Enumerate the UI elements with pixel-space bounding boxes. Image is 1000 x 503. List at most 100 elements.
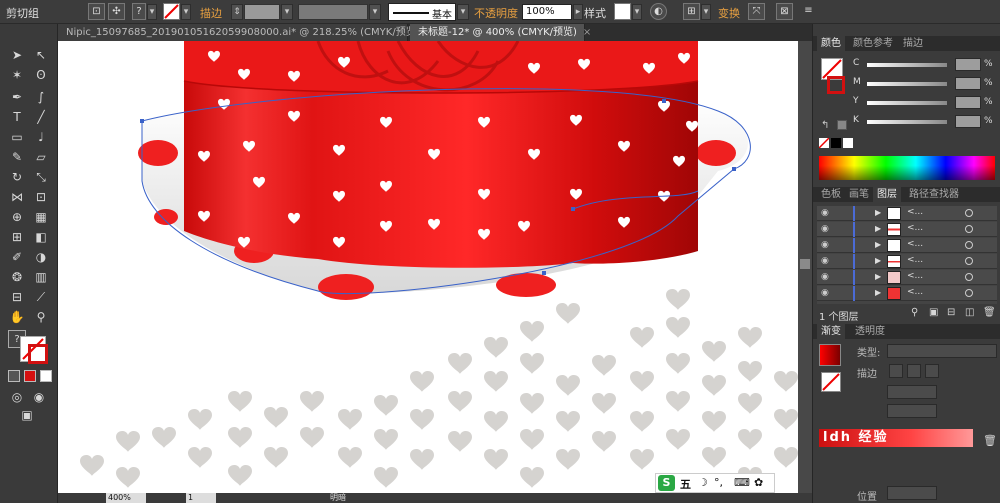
fill-swatch-icon[interactable]: ? [132,3,146,20]
transform-each-icon[interactable]: ⊠ [776,3,793,20]
expand-icon[interactable]: ▶ [875,240,881,249]
shape-builder-tool-icon[interactable]: ⊕ [8,208,26,226]
punctuation-icon[interactable]: °, [714,476,723,489]
menu-icon[interactable]: ≡ [800,3,817,20]
target-icon[interactable]: ✣ [108,3,125,20]
tab-untitled-12[interactable]: 未标题-12* @ 400% (CMYK/预览) × [410,24,591,41]
none-swatch[interactable] [818,137,830,149]
new-sublayer-icon[interactable]: ⊟ [947,307,955,318]
variable-width-field[interactable] [298,4,368,20]
layer-name[interactable]: <... [907,271,923,281]
ime-mode-label[interactable]: 五 [680,476,691,492]
close-icon[interactable]: × [583,27,591,38]
black-swatch[interactable] [831,138,841,148]
isolate-icon[interactable]: ⊡ [88,3,105,20]
web-safe-swatch[interactable] [837,120,847,130]
expand-icon[interactable]: ▶ [875,256,881,265]
opacity-dropdown[interactable]: ▸ [573,4,583,20]
gradient-stroke-swatch[interactable] [821,372,841,392]
eye-icon[interactable]: ◉ [821,272,829,282]
tab-transparency[interactable]: 透明度 [851,324,889,339]
color-mode-button[interactable] [8,370,20,382]
layer-row[interactable]: ◉ ▶ <... [817,286,997,301]
channel-value-field[interactable] [955,115,981,128]
stroke-weight-field[interactable] [244,4,280,20]
type-tool-icon[interactable]: T [8,108,26,126]
color-stroke-swatch[interactable] [827,76,845,94]
gradient-aspect-field[interactable] [887,404,937,418]
expand-icon[interactable]: ▶ [875,272,881,281]
layer-row[interactable]: ◉ ▶ <... [817,270,997,285]
transform-label[interactable]: 变换 [718,5,740,21]
vertical-scrollbar[interactable] [798,41,812,493]
expand-icon[interactable]: ▶ [875,288,881,297]
variable-width-dropdown[interactable]: ▾ [369,4,381,20]
layer-name[interactable]: <... [907,287,923,297]
gradient-type-dropdown[interactable] [887,344,997,358]
layer-name[interactable]: <... [907,255,923,265]
eye-icon[interactable]: ◉ [821,240,829,250]
target-icon[interactable] [965,209,973,217]
target-icon[interactable] [965,241,973,249]
paintbrush-tool-icon[interactable]: ♩ [32,128,50,146]
selection-tool-icon[interactable]: ➤ [8,46,26,64]
target-icon[interactable] [965,273,973,281]
locate-object-icon[interactable]: ⚲ [911,307,918,318]
expand-icon[interactable]: ▶ [875,224,881,233]
symbol-sprayer-tool-icon[interactable]: ❂ [8,268,26,286]
skin-icon[interactable]: ✿ [754,476,763,489]
opacity-label[interactable]: 不透明度 [474,5,518,21]
cyan-slider[interactable]: C% [853,58,998,72]
pencil-tool-icon[interactable]: ✎ [8,148,26,166]
graph-tool-icon[interactable]: ▥ [32,268,50,286]
blend-tool-icon[interactable]: ◑ [32,248,50,266]
tab-nipic-document[interactable]: Nipic_15097685_20190105162059908000.ai* … [58,24,434,41]
artboard-canvas[interactable]: S 五 ☽ °, ⌨ ✿ [58,41,798,493]
eye-icon[interactable]: ◉ [821,224,829,234]
tab-stroke[interactable]: 描边 [899,36,927,51]
tab-layers[interactable]: 图层 [873,187,901,202]
layer-name[interactable]: <... [907,239,923,249]
tab-brushes[interactable]: 画笔 [845,187,873,202]
mesh-tool-icon[interactable]: ⊞ [8,228,26,246]
stroke-label[interactable]: 描边 [200,5,222,21]
width-tool-icon[interactable]: ⋈ [8,188,26,206]
scroll-thumb[interactable] [800,259,810,269]
color-spectrum[interactable] [819,156,995,180]
free-transform-tool-icon[interactable]: ⊡ [32,188,50,206]
artboard-tool-icon[interactable]: ⊟ [8,288,26,306]
slice-tool-icon[interactable]: ⟋ [32,288,50,306]
gradient-tool-icon[interactable]: ◧ [32,228,50,246]
layer-name[interactable]: <... [907,207,923,217]
layer-row[interactable]: ◉ ▶ <... [817,238,997,253]
zoom-field[interactable]: 400% [106,493,146,503]
new-layer-icon[interactable]: ◫ [965,307,974,318]
magic-wand-tool-icon[interactable]: ✶ [8,66,26,84]
channel-value-field[interactable] [955,96,981,109]
stroke-gradient-option-1[interactable] [889,364,903,378]
line-tool-icon[interactable]: ╱ [32,108,50,126]
direct-selection-tool-icon[interactable]: ↖ [32,46,50,64]
perspective-grid-tool-icon[interactable]: ▦ [32,208,50,226]
yellow-slider[interactable]: Y% [853,96,998,110]
eye-icon[interactable]: ◉ [821,256,829,266]
gradient-mode-button[interactable] [24,370,36,382]
lasso-tool-icon[interactable]: ʘ [32,66,50,84]
ime-status-bar[interactable]: S 五 ☽ °, ⌨ ✿ [655,473,775,493]
delete-icon[interactable]: 🗑 [983,307,996,318]
brush-definition[interactable]: 基本 [388,3,456,21]
gradient-swatch[interactable] [819,344,841,366]
tab-color-guide[interactable]: 颜色参考 [849,36,897,51]
moon-icon[interactable]: ☽ [698,476,708,489]
artboard-number-field[interactable]: 1 [186,493,216,503]
layer-name[interactable]: <... [907,223,923,233]
layer-row[interactable]: ◉ ▶ <... [817,206,997,221]
tab-swatches[interactable]: 色板 [817,187,845,202]
recolor-icon[interactable]: ◐ [650,3,667,20]
flip-icon[interactable]: ⤧ [748,3,765,20]
black-slider[interactable]: K% [853,115,998,129]
stroke-swatch[interactable] [28,344,48,364]
fill-dropdown[interactable]: ▾ [147,4,157,20]
stroke-dropdown[interactable]: ▾ [181,4,191,20]
rotate-tool-icon[interactable]: ↻ [8,168,26,186]
